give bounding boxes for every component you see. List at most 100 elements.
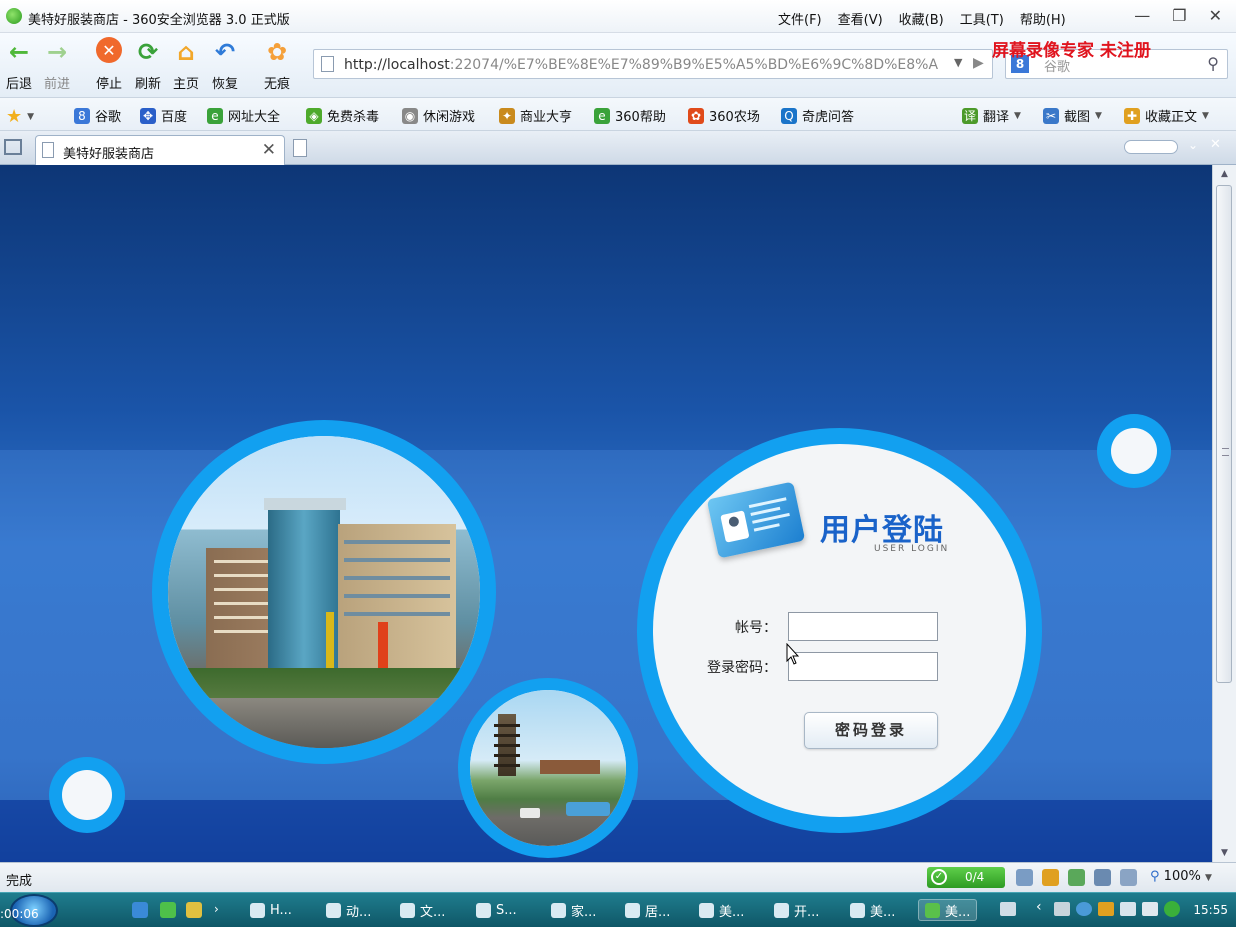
- sidebar-toggle-icon[interactable]: [4, 139, 22, 155]
- stop-label: 停止: [95, 77, 122, 92]
- address-bar[interactable]: http://localhost:22074/%E7%BE%8E%E7%89%B…: [313, 49, 993, 79]
- login-button[interactable]: 密码登录: [804, 712, 938, 749]
- taskbar-item[interactable]: 家...: [551, 899, 596, 921]
- qq-icon[interactable]: [1098, 902, 1114, 916]
- password-label: 登录密码：: [707, 660, 777, 676]
- taskbar-item[interactable]: 文...: [400, 899, 445, 921]
- fav-label: 百度: [161, 110, 188, 125]
- tray-app-icon[interactable]: [1076, 902, 1092, 916]
- app-icon: [400, 902, 415, 918]
- password-input[interactable]: [788, 652, 938, 681]
- fav-item-google[interactable]: 8 谷歌: [74, 106, 121, 125]
- home-label: 主页: [172, 77, 199, 92]
- fav-item-qa[interactable]: Q 奇虎问答: [781, 106, 854, 125]
- forward-button[interactable]: → 前进: [40, 37, 74, 92]
- store-photo-frame: [152, 420, 496, 764]
- speaker-icon[interactable]: [1120, 869, 1137, 886]
- refresh-button[interactable]: ⟳ 刷新: [131, 37, 165, 92]
- chevron-down-icon: ▼: [1202, 110, 1209, 121]
- chevron-down-icon: ▼: [27, 111, 35, 122]
- fav-label: 休闲游戏: [423, 110, 476, 125]
- mouse-cursor-icon: [786, 643, 800, 665]
- keyboard-icon[interactable]: [1000, 902, 1016, 916]
- tray-app-icon[interactable]: [1054, 902, 1070, 916]
- close-all-icon[interactable]: ✕: [1210, 137, 1221, 152]
- fav-item-360farm[interactable]: ✿ 360农场: [688, 106, 760, 125]
- tab-title: 美特好服装商店: [63, 147, 155, 162]
- menu-file[interactable]: 文件(F): [778, 9, 822, 28]
- security-shield-icon[interactable]: [1164, 901, 1180, 917]
- volume-icon[interactable]: [1120, 902, 1136, 916]
- download-icon[interactable]: [1016, 869, 1033, 886]
- download-counter[interactable]: ✓ 0/4: [927, 867, 1005, 888]
- back-button[interactable]: ← 后退: [2, 37, 36, 92]
- tray-expand-icon[interactable]: ‹: [1036, 899, 1042, 915]
- clock: 15:55: [1193, 903, 1228, 917]
- page-icon: [321, 56, 334, 72]
- shield-icon[interactable]: [1042, 869, 1059, 886]
- screenshot-button[interactable]: ✂ 截图 ▼: [1043, 106, 1102, 125]
- go-icon[interactable]: ▶: [973, 55, 984, 71]
- close-tab-icon[interactable]: ✕: [262, 140, 276, 160]
- new-tab-button[interactable]: [293, 139, 307, 157]
- fav-item-hao[interactable]: e 网址大全: [207, 106, 280, 125]
- taskbar-item[interactable]: S...: [476, 899, 517, 921]
- close-button[interactable]: ✕: [1209, 6, 1222, 25]
- restore-button[interactable]: ↶ 恢复: [208, 37, 242, 92]
- tab-search-pill[interactable]: [1124, 140, 1178, 154]
- store-photo: [168, 436, 480, 748]
- chevron-down-icon: ▼: [1204, 873, 1212, 883]
- minimize-button[interactable]: —: [1134, 6, 1150, 25]
- taskbar-item-label: 居...: [645, 904, 671, 920]
- menu-favorites[interactable]: 收藏(B): [899, 9, 944, 28]
- zoom-level: 100%: [1163, 869, 1201, 884]
- network-icon[interactable]: [1142, 902, 1158, 916]
- incognito-button[interactable]: ✿ 无痕: [260, 37, 294, 92]
- taskbar-item[interactable]: 居...: [625, 899, 670, 921]
- menu-help[interactable]: 帮助(H): [1020, 9, 1066, 28]
- fav-item-antivirus[interactable]: ◈ 免费杀毒: [306, 106, 379, 125]
- fav-item-games[interactable]: ◉ 休闲游戏: [402, 106, 475, 125]
- scroll-up-icon[interactable]: ▲: [1213, 165, 1236, 183]
- taskbar-item[interactable]: 美...: [850, 899, 895, 921]
- window-icon[interactable]: [1068, 869, 1085, 886]
- vertical-scrollbar[interactable]: ▲ ▼: [1212, 165, 1236, 862]
- taskbar-item-label: 动...: [346, 904, 372, 920]
- add-favorite-button[interactable]: ★ ▼: [6, 106, 34, 127]
- quicklaunch-chevron-icon[interactable]: ›: [214, 902, 230, 918]
- taskbar-item[interactable]: 动...: [326, 899, 371, 921]
- taskbar-item[interactable]: 美...: [699, 899, 744, 921]
- url-text[interactable]: http://localhost:22074/%E7%BE%8E%E7%89%B…: [344, 57, 944, 73]
- home-button[interactable]: ⌂ 主页: [169, 37, 203, 92]
- stop-button[interactable]: ✕ 停止: [92, 37, 126, 92]
- fav-item-360help[interactable]: e 360帮助: [594, 106, 666, 125]
- print-icon[interactable]: [1094, 869, 1111, 886]
- save-text-button[interactable]: ✚ 收藏正文 ▼: [1124, 106, 1209, 125]
- url-dropdown-icon[interactable]: ▼: [954, 56, 962, 69]
- scroll-thumb[interactable]: [1216, 185, 1232, 683]
- account-input[interactable]: [788, 612, 938, 641]
- menu-tools[interactable]: 工具(T): [960, 9, 1004, 28]
- taskbar-item[interactable]: 开...: [774, 899, 819, 921]
- menu-view[interactable]: 查看(V): [838, 9, 883, 28]
- quicklaunch-icon[interactable]: [186, 902, 202, 918]
- tab-active[interactable]: 美特好服装商店 ✕: [35, 135, 285, 165]
- zoom-control[interactable]: ⚲ 100% ▼: [1150, 869, 1212, 884]
- browser-icon: [925, 902, 940, 918]
- taskbar-item-active[interactable]: 美...: [918, 899, 978, 921]
- restore-label: 恢复: [211, 77, 238, 92]
- tab-list-icon[interactable]: ⌄: [1188, 138, 1198, 152]
- window-title: 美特好服装商店 - 360安全浏览器 3.0 正式版: [28, 13, 290, 28]
- maximize-button[interactable]: ❐: [1172, 6, 1186, 25]
- scroll-down-icon[interactable]: ▼: [1213, 844, 1236, 862]
- search-icon[interactable]: ⚲: [1207, 54, 1219, 73]
- browser-icon[interactable]: [160, 902, 176, 918]
- taskbar-item-label: H...: [270, 902, 292, 918]
- taskbar-item[interactable]: H...: [250, 899, 292, 921]
- translate-button[interactable]: 译翻译 ▼: [962, 106, 1021, 125]
- page-icon: [42, 142, 54, 158]
- taskbar-item-label: 文...: [420, 904, 446, 920]
- ie-icon[interactable]: [132, 902, 148, 918]
- fav-item-baidu[interactable]: ✥ 百度: [140, 106, 187, 125]
- fav-item-tycoon[interactable]: ✦ 商业大亨: [499, 106, 572, 125]
